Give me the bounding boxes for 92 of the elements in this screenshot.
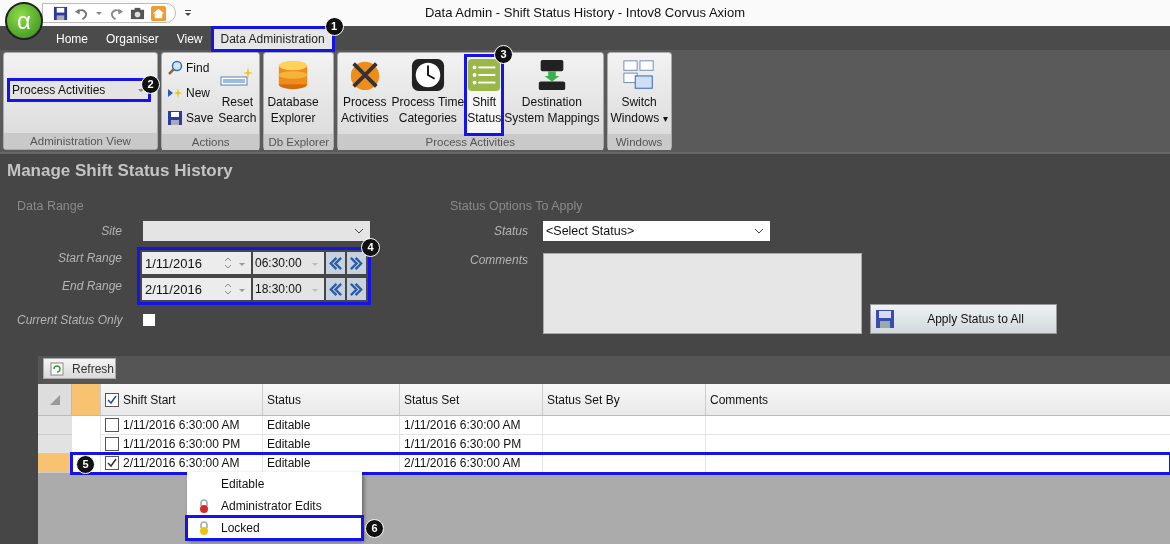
column-title: Status Set By	[547, 392, 620, 407]
table-cell: Editable	[267, 437, 311, 451]
chevron-down-icon	[354, 228, 364, 234]
menu-item[interactable]: Administrator Edits	[187, 495, 362, 517]
menu-item[interactable]: Locked	[187, 517, 362, 539]
callout-badge: 2	[141, 75, 160, 94]
comments-field[interactable]	[543, 253, 862, 334]
column-title: Status	[267, 392, 302, 407]
process-activities-button[interactable]: Process Activities	[340, 56, 390, 134]
reset-search-button[interactable]: Reset Search	[217, 56, 258, 134]
ribbon-tab[interactable]: Organiser	[98, 28, 167, 50]
page-heading: Manage Shift Status History	[6, 160, 234, 182]
new-button[interactable]: New	[164, 81, 217, 104]
table-cell: Editable	[267, 418, 311, 432]
double-chevron-left-icon	[328, 255, 343, 271]
magnifier-icon	[167, 59, 183, 76]
checkbox[interactable]	[143, 314, 155, 326]
table-cell: 2/11/2016 6:30:00 AM	[404, 456, 521, 470]
table-cell: 1/11/2016 6:30:00 PM	[123, 437, 241, 451]
window-title: Data Admin - Shift Status History - Intov8 Corvus Axiom	[424, 5, 746, 20]
table-cell: 2/11/2016 6:30:00 AM	[123, 456, 240, 470]
process-time-categories-button[interactable]: Process Time Categories	[390, 56, 466, 134]
database-explorer-button[interactable]: Database Explorer	[266, 56, 320, 134]
caret-icon[interactable]	[95, 9, 103, 17]
refresh-button[interactable]: Refresh	[43, 358, 116, 379]
section-label: Data Range	[17, 199, 85, 215]
spinner-icon[interactable]	[224, 282, 232, 296]
find-button[interactable]: Find	[164, 56, 217, 79]
field-label: Comments	[469, 253, 528, 267]
column-header[interactable]: Comments	[705, 384, 1170, 415]
field-label: End Range	[60, 279, 122, 295]
header-cell	[72, 384, 100, 415]
refresh-icon	[50, 361, 64, 376]
list-icon	[467, 58, 502, 92]
previous-button[interactable]	[326, 252, 345, 274]
menu-item[interactable]: Editable	[187, 473, 362, 495]
column-title: Status Set	[404, 392, 460, 407]
caret-icon[interactable]	[238, 286, 246, 294]
table-cell: Editable	[267, 456, 311, 470]
date-field[interactable]: 2/11/2016	[142, 278, 251, 300]
table-cell: 1/11/2016 6:30:00 PM	[404, 437, 522, 451]
next-button[interactable]	[347, 278, 366, 300]
customize-toolbar-icon[interactable]	[184, 8, 192, 18]
group-label: Windows	[607, 134, 671, 150]
caret-icon[interactable]	[238, 260, 246, 268]
table-cell: 1/11/2016 6:30:00 AM	[123, 418, 240, 432]
triangle-icon	[48, 393, 61, 406]
caret-icon	[137, 86, 145, 94]
double-chevron-right-icon	[349, 281, 364, 297]
table-cell: 1/11/2016 6:30:00 AM	[404, 418, 521, 432]
column-header[interactable]: Status Set	[399, 384, 542, 415]
field-label: Site	[100, 224, 122, 238]
time-field[interactable]: 06:30:00	[253, 252, 324, 274]
row-checkbox[interactable]	[105, 437, 119, 451]
save-button[interactable]: Save	[164, 106, 217, 129]
apply-status-button[interactable]: Apply Status to All	[870, 304, 1057, 334]
select-all-checkbox[interactable]	[105, 392, 119, 407]
column-title: Comments	[710, 392, 768, 407]
double-chevron-right-icon	[349, 255, 364, 271]
group-label: Administration View	[4, 133, 157, 149]
column-header[interactable]: Status Set By	[542, 384, 705, 415]
group-label: Actions	[162, 134, 260, 150]
row-checkbox[interactable]	[105, 456, 119, 470]
next-button[interactable]	[347, 252, 366, 274]
ribbon-tab[interactable]: Home	[48, 28, 96, 50]
section-label: Status Options To Apply	[450, 199, 584, 215]
switch-windows-button[interactable]: Switch Windows ▾	[609, 56, 669, 134]
field-label: Status	[492, 224, 528, 238]
camera-icon[interactable]	[130, 5, 145, 21]
clock-icon	[410, 58, 445, 92]
save-icon[interactable]	[53, 5, 68, 21]
previous-button[interactable]	[326, 278, 345, 300]
spinner-icon[interactable]	[224, 256, 232, 270]
group-label: Db Explorer	[264, 134, 334, 150]
date-field[interactable]: 1/11/2016	[142, 252, 251, 274]
chevron-down-icon	[754, 228, 764, 234]
status-dropdown[interactable]: <Select Status>	[543, 221, 770, 241]
time-field[interactable]: 18:30:00	[253, 278, 324, 300]
ribbon-tab[interactable]: View	[168, 28, 211, 50]
group-label: Process Activities	[338, 134, 603, 150]
row-header[interactable]	[38, 454, 72, 473]
home-icon[interactable]	[151, 5, 166, 21]
windows-icon	[622, 58, 657, 92]
field-label: Start Range	[56, 251, 122, 267]
callout-badge: 5	[76, 455, 95, 474]
row-checkbox[interactable]	[105, 418, 119, 432]
column-header[interactable]: Status	[262, 384, 399, 415]
double-chevron-left-icon	[328, 281, 343, 297]
field-label: Current Status Only	[17, 313, 122, 327]
column-header[interactable]: Shift Start	[100, 384, 262, 415]
column-title: Shift Start	[123, 392, 176, 407]
view-dropdown[interactable]: Process Activities	[9, 80, 149, 100]
